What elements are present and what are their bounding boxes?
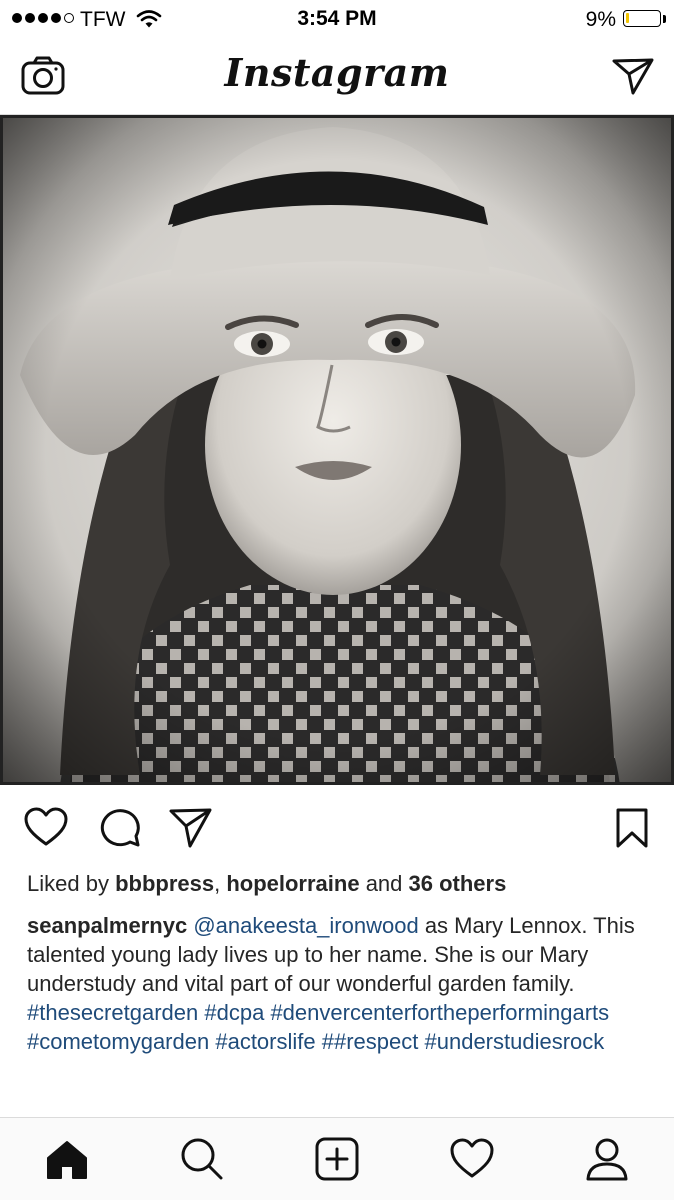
battery-percentage: 9% <box>585 8 616 31</box>
mention-link[interactable]: @anakeesta_ironwood <box>193 913 418 938</box>
direct-message-icon[interactable] <box>612 57 654 95</box>
activity-heart-icon[interactable] <box>449 1136 495 1182</box>
hashtag-link[interactable]: #dcpa <box>204 1000 264 1025</box>
post-photo[interactable] <box>0 115 674 785</box>
search-icon[interactable] <box>179 1136 225 1182</box>
liked-prefix: Liked by <box>27 871 116 896</box>
liked-separator: , <box>214 871 227 896</box>
liked-user-link[interactable]: bbbpress <box>115 871 214 896</box>
status-bar: TFW 3:54 PM 9% <box>0 0 674 38</box>
comment-icon[interactable] <box>97 806 141 850</box>
hashtag-link[interactable]: #thesecretgarden <box>27 1000 198 1025</box>
liked-others-link[interactable]: 36 others <box>409 871 507 896</box>
instagram-logo: Instagram <box>224 50 450 95</box>
liked-user-link[interactable]: hopelorraine <box>226 871 359 896</box>
hashtag-link[interactable]: ##respect <box>322 1029 419 1054</box>
heart-icon[interactable] <box>24 806 68 850</box>
app-header: Instagram <box>0 38 674 115</box>
hashtag-link[interactable]: #understudiesrock <box>425 1029 605 1054</box>
profile-icon[interactable] <box>584 1136 630 1182</box>
battery-level-fill <box>626 13 629 23</box>
liked-and: and <box>359 871 409 896</box>
home-icon[interactable] <box>44 1136 90 1182</box>
bookmark-icon[interactable] <box>610 806 654 850</box>
post-actions <box>0 800 674 856</box>
add-post-icon[interactable] <box>314 1136 360 1182</box>
hashtag-link[interactable]: #denvercenterfortheperformingarts <box>270 1000 609 1025</box>
bottom-tab-bar <box>0 1117 674 1200</box>
caption-username[interactable]: seanpalmernyc <box>27 913 187 938</box>
battery-icon <box>623 10 661 27</box>
battery-tip <box>663 15 666 23</box>
hashtag-link[interactable]: #cometomygarden <box>27 1029 209 1054</box>
post-caption: seanpalmernyc @anakeesta_ironwood as Mar… <box>27 911 647 1056</box>
hashtag-link[interactable]: #actorslife <box>215 1029 315 1054</box>
share-icon[interactable] <box>168 806 212 850</box>
status-time: 3:54 PM <box>297 7 377 30</box>
likes-summary: Liked by bbbpress, hopelorraine and 36 o… <box>27 871 506 897</box>
